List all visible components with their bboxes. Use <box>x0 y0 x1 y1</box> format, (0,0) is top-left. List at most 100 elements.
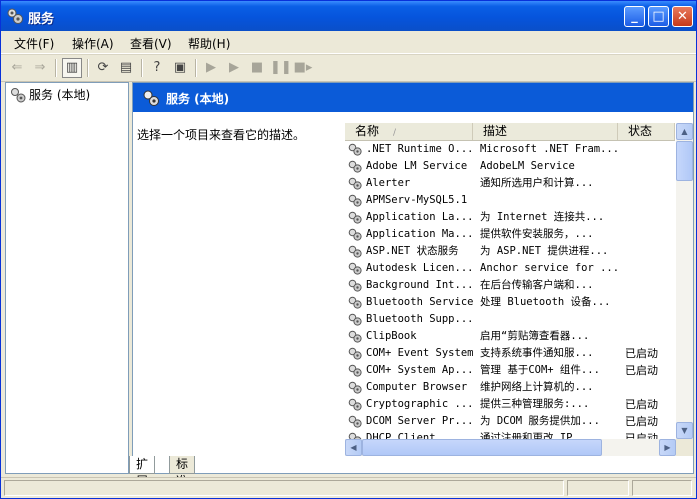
column-header-name[interactable]: 名称 / <box>345 123 473 140</box>
service-description: 通知所选用户和计算... <box>480 177 594 189</box>
vertical-scroll-thumb[interactable] <box>676 141 693 181</box>
start-service-icon[interactable]: ▶ <box>224 58 244 78</box>
column-header-description[interactable]: 描述 <box>473 123 618 140</box>
table-row[interactable]: COM+ System Ap... 管理 基于COM+ 组件... 已启动 <box>345 362 675 379</box>
help-icon[interactable]: ? <box>147 58 167 78</box>
service-name: Autodesk Licen... <box>366 262 474 274</box>
column-header-row: 名称 / 描述 状态 <box>345 123 675 141</box>
service-name: Application La... <box>366 211 474 223</box>
service-status: 已启动 <box>625 347 658 360</box>
table-row[interactable]: Background Int... 在后台传输客户端和... <box>345 277 675 294</box>
service-name: COM+ System Ap... <box>366 364 474 376</box>
table-row[interactable]: Computer Browser 维护网络上计算机的... <box>345 379 675 396</box>
table-row[interactable]: ASP.NET 状态服务 为 ASP.NET 提供进程... <box>345 243 675 260</box>
service-name: DCOM Server Pr... <box>366 415 474 427</box>
maximize-button[interactable]: □ <box>648 6 669 27</box>
service-description: Microsoft .NET Fram... <box>480 143 620 155</box>
scroll-right-icon[interactable]: ▶ <box>659 439 676 456</box>
export-list-icon[interactable]: ▤ <box>116 58 136 78</box>
table-row[interactable]: COM+ Event System 支持系统事件通知服... 已启动 <box>345 345 675 362</box>
services-window: 服务 _ □ ✕ 文件(F) 操作(A) 查看(V) 帮助(H) ⇐ ⇒ ▥ ⟳… <box>0 0 697 499</box>
menu-help[interactable]: 帮助(H) <box>188 35 230 52</box>
forward-arrow-icon[interactable]: ⇒ <box>30 58 50 78</box>
service-description: 启用“剪贴簿查看器... <box>480 330 590 342</box>
service-gear-icon <box>348 364 362 377</box>
pane-header-title: 服务 (本地) <box>166 92 230 106</box>
service-description: 在后台传输客户端和... <box>480 279 594 291</box>
services-list: 名称 / 描述 状态 .NET Runtime O... Microsoft .NE… <box>345 123 693 456</box>
service-description: 支持系统事件通知服... <box>480 347 594 359</box>
details-pane: 服务 (本地) 选择一个项目来查看它的描述。 名称 / 描述 状态 .NET Ru… <box>132 82 694 474</box>
service-name: Computer Browser <box>366 381 468 393</box>
column-name-label: 名称 <box>355 124 380 138</box>
services-rows: .NET Runtime O... Microsoft .NET Fram... A… <box>345 141 675 441</box>
show-hide-tree-icon[interactable]: ▥ <box>62 58 82 78</box>
title-bar[interactable]: 服务 _ □ ✕ <box>1 1 696 31</box>
service-gear-icon <box>348 279 362 292</box>
service-name: ASP.NET 状态服务 <box>366 245 459 257</box>
scroll-up-icon[interactable]: ▲ <box>676 123 693 140</box>
toolbar-separator <box>87 59 89 77</box>
table-row[interactable]: ClipBook 启用“剪贴簿查看器... <box>345 328 675 345</box>
start-service-icon[interactable]: ▶ <box>201 58 221 78</box>
service-description: 为 Internet 连接共... <box>480 211 605 223</box>
service-gear-icon <box>348 245 362 258</box>
restart-service-icon[interactable]: ■▸ <box>293 58 313 78</box>
status-cell <box>567 480 629 496</box>
service-description: 为 DCOM 服务提供加... <box>480 415 600 427</box>
gear-icon <box>143 90 159 106</box>
service-gear-icon <box>348 296 362 309</box>
column-header-status[interactable]: 状态 <box>618 123 675 140</box>
service-gear-icon <box>348 381 362 394</box>
close-button[interactable]: ✕ <box>672 6 693 27</box>
status-cell <box>4 480 564 496</box>
service-gear-icon <box>348 160 362 173</box>
table-row[interactable]: Adobe LM Service AdobeLM Service <box>345 158 675 175</box>
service-gear-icon <box>348 347 362 360</box>
table-row[interactable]: Application Ma... 提供软件安装服务，... <box>345 226 675 243</box>
table-row[interactable]: .NET Runtime O... Microsoft .NET Fram... <box>345 141 675 158</box>
table-row[interactable]: Bluetooth Service 处理 Bluetooth 设备... <box>345 294 675 311</box>
stop-service-icon[interactable]: ■ <box>247 58 267 78</box>
vertical-scrollbar[interactable]: ▲ ▼ <box>676 123 693 439</box>
table-row[interactable]: Application La... 为 Internet 连接共... <box>345 209 675 226</box>
minimize-button[interactable]: _ <box>624 6 645 27</box>
service-gear-icon <box>348 211 362 224</box>
table-row[interactable]: Alerter 通知所选用户和计算... <box>345 175 675 192</box>
table-row[interactable]: Cryptographic ... 提供三种管理服务:... 已启动 <box>345 396 675 413</box>
table-row[interactable]: APMServ-MySQL5.1 <box>345 192 675 209</box>
service-description: 管理 基于COM+ 组件... <box>480 364 600 376</box>
tree-item-label: 服务 (本地) <box>29 88 91 102</box>
back-arrow-icon[interactable]: ⇐ <box>7 58 27 78</box>
menu-action[interactable]: 操作(A) <box>72 35 114 52</box>
properties-icon[interactable]: ▣ <box>170 58 190 78</box>
status-bar <box>1 477 696 498</box>
service-gear-icon <box>348 177 362 190</box>
refresh-icon[interactable]: ⟳ <box>93 58 113 78</box>
scroll-down-icon[interactable]: ▼ <box>676 422 693 439</box>
table-row[interactable]: Bluetooth Supp... <box>345 311 675 328</box>
service-gear-icon <box>348 415 362 428</box>
tab-standard[interactable]: 标准 <box>169 456 196 488</box>
service-name: Cryptographic ... <box>366 398 474 410</box>
toolbar-separator <box>195 59 197 77</box>
menu-file[interactable]: 文件(F) <box>14 35 54 52</box>
table-row[interactable]: Autodesk Licen... Anchor service for ... <box>345 260 675 277</box>
service-name: ClipBook <box>366 330 417 342</box>
menu-view[interactable]: 查看(V) <box>130 35 172 52</box>
window-title: 服务 <box>28 12 55 27</box>
table-row[interactable]: DCOM Server Pr... 为 DCOM 服务提供加... 已启动 <box>345 413 675 430</box>
pause-service-icon[interactable]: ❚❚ <box>270 58 292 78</box>
horizontal-scrollbar[interactable]: ◀ ▶ <box>345 439 676 456</box>
toolbar-separator <box>141 59 143 77</box>
console-tree: 服务 (本地) <box>5 82 129 474</box>
scroll-left-icon[interactable]: ◀ <box>345 439 362 456</box>
horizontal-scroll-thumb[interactable] <box>362 439 602 456</box>
tab-extended[interactable]: 扩展 <box>129 456 156 488</box>
service-gear-icon <box>348 194 362 207</box>
service-status: 已启动 <box>625 415 658 428</box>
tree-item-services-local[interactable]: 服务 (本地) <box>10 86 90 103</box>
service-description: 维护网络上计算机的... <box>480 381 594 393</box>
service-name: Alerter <box>366 177 411 189</box>
scroll-corner <box>676 439 693 456</box>
